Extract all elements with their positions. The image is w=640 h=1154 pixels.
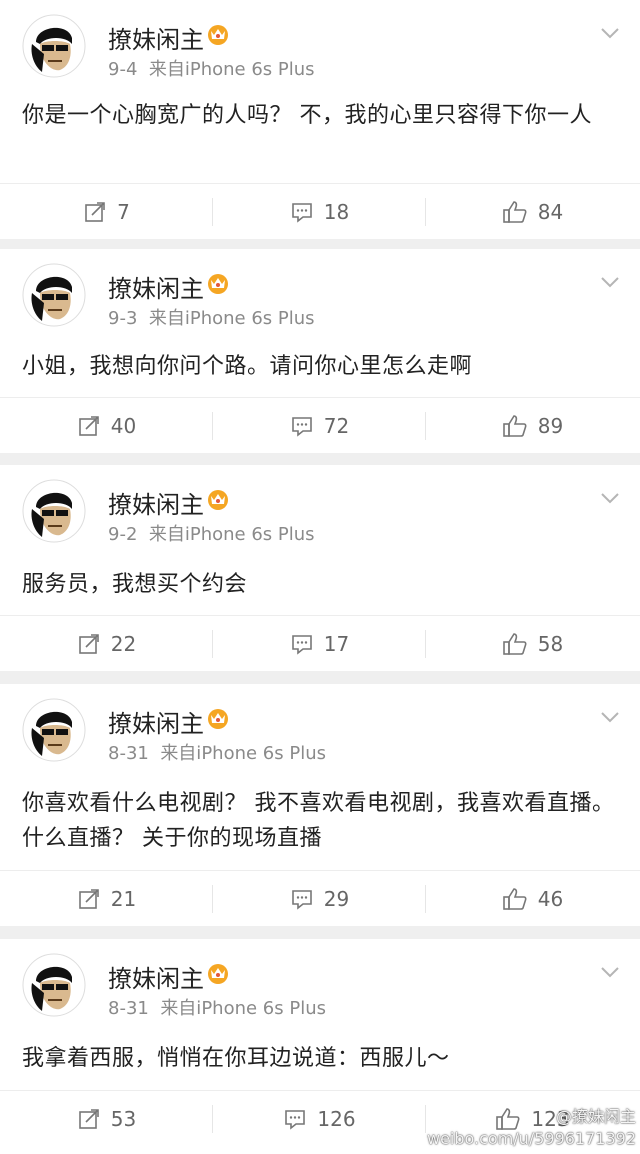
like-count: 89 xyxy=(537,414,564,438)
vip-crown-icon xyxy=(206,487,230,511)
avatar[interactable] xyxy=(22,14,86,78)
watermark-handle: @撩妹闲主 xyxy=(555,1107,636,1126)
comment-count: 72 xyxy=(323,414,350,438)
thumbs-up-icon xyxy=(502,633,527,655)
chevron-down-icon[interactable] xyxy=(600,965,620,979)
username[interactable]: 撩妹闲主 xyxy=(108,269,204,304)
avatar[interactable] xyxy=(22,698,86,762)
like-button[interactable]: 46 xyxy=(426,871,639,927)
comment-button[interactable]: 17 xyxy=(213,616,426,672)
post-text: 你喜欢看什么电视剧？ 我不喜欢看电视剧，我喜欢看直播。 什么直播？ 关于你的现场… xyxy=(22,791,615,851)
comment-icon xyxy=(285,1110,306,1130)
post-text: 服务员，我想买个约会 xyxy=(22,572,248,597)
comment-count: 126 xyxy=(317,1107,356,1131)
repost-count: 53 xyxy=(110,1107,137,1131)
avatar[interactable] xyxy=(22,953,86,1017)
action-bar: 22 17 58 xyxy=(0,615,640,672)
post-header: 撩妹闲主 9-4 来自iPhone 6s Plus xyxy=(0,0,640,80)
post-date: 9-3 xyxy=(108,308,138,329)
repost-count: 21 xyxy=(110,887,137,911)
watermark-url: weibo.com/u/5996171392 xyxy=(426,1129,636,1148)
post-header: 撩妹闲主 9-3 来自iPhone 6s Plus xyxy=(0,249,640,329)
comment-button[interactable]: 29 xyxy=(213,871,426,927)
like-button[interactable]: 89 xyxy=(426,398,639,454)
post-meta: 9-3 来自iPhone 6s Plus xyxy=(108,304,315,330)
post-source: 来自iPhone 6s Plus xyxy=(148,59,315,80)
comment-button[interactable]: 72 xyxy=(213,398,426,454)
post-source: 来自iPhone 6s Plus xyxy=(160,743,326,764)
username[interactable]: 撩妹闲主 xyxy=(108,959,204,994)
like-count: 58 xyxy=(537,632,564,656)
like-count: 84 xyxy=(537,200,564,224)
post-card[interactable]: 撩妹闲主 9-3 来自iPhone 6s Plus 小姐，我想向你问个路。请问你… xyxy=(0,249,640,453)
repost-icon xyxy=(78,416,99,436)
repost-button[interactable]: 40 xyxy=(0,398,213,454)
chevron-down-icon[interactable] xyxy=(600,710,620,724)
repost-button[interactable]: 53 xyxy=(0,1091,213,1147)
post-meta: 8-31 来自iPhone 6s Plus xyxy=(108,739,326,765)
repost-icon xyxy=(78,634,99,654)
repost-button[interactable]: 7 xyxy=(0,184,213,240)
comment-icon xyxy=(291,890,312,910)
repost-count: 22 xyxy=(110,632,137,656)
username[interactable]: 撩妹闲主 xyxy=(108,704,204,739)
chevron-down-icon[interactable] xyxy=(600,26,620,40)
post-header: 撩妹闲主 9-2 来自iPhone 6s Plus xyxy=(0,465,640,545)
comment-count: 29 xyxy=(323,887,350,911)
weibo-watermark: @撩妹闲主 weibo.com/u/5996171392 xyxy=(427,1106,636,1150)
post-card[interactable]: 撩妹闲主 8-31 来自iPhone 6s Plus 你喜欢看什么电视剧？ 我不… xyxy=(0,684,640,926)
like-button[interactable]: 58 xyxy=(426,616,639,672)
post-meta: 9-2 来自iPhone 6s Plus xyxy=(108,520,315,546)
comment-count: 18 xyxy=(323,200,350,224)
comment-icon xyxy=(291,417,312,437)
repost-icon xyxy=(78,889,99,909)
post-source: 来自iPhone 6s Plus xyxy=(160,998,326,1019)
post-card[interactable]: 撩妹闲主 9-2 来自iPhone 6s Plus 服务员，我想买个约会 22 … xyxy=(0,465,640,671)
vip-crown-icon xyxy=(206,22,230,46)
vip-crown-icon xyxy=(206,706,230,730)
post-text: 你是一个心胸宽广的人吗？ 不，我的心里只容得下你一人 xyxy=(22,103,592,128)
avatar[interactable] xyxy=(22,263,86,327)
comment-icon xyxy=(291,203,312,223)
repost-count: 40 xyxy=(110,414,137,438)
thumbs-up-icon xyxy=(502,201,527,223)
repost-icon xyxy=(78,1109,99,1129)
thumbs-up-icon xyxy=(502,888,527,910)
chevron-down-icon[interactable] xyxy=(600,275,620,289)
like-button[interactable]: 84 xyxy=(426,184,639,240)
avatar[interactable] xyxy=(22,479,86,543)
action-bar: 7 18 84 xyxy=(0,183,640,240)
action-bar: 21 29 46 xyxy=(0,870,640,927)
post-meta: 8-31 来自iPhone 6s Plus xyxy=(108,994,326,1020)
vip-crown-icon xyxy=(206,271,230,295)
comment-button[interactable]: 126 xyxy=(213,1091,426,1147)
like-count: 46 xyxy=(537,887,564,911)
post-date: 9-4 xyxy=(108,59,138,80)
repost-count: 7 xyxy=(117,200,130,224)
comment-count: 17 xyxy=(323,632,350,656)
repost-button[interactable]: 22 xyxy=(0,616,213,672)
repost-button[interactable]: 21 xyxy=(0,871,213,927)
post-header: 撩妹闲主 8-31 来自iPhone 6s Plus xyxy=(0,684,640,764)
action-bar: 40 72 89 xyxy=(0,397,640,454)
post-meta: 9-4 来自iPhone 6s Plus xyxy=(108,55,315,81)
username[interactable]: 撩妹闲主 xyxy=(108,485,204,520)
chevron-down-icon[interactable] xyxy=(600,491,620,505)
post-source: 来自iPhone 6s Plus xyxy=(148,308,315,329)
post-card[interactable]: 撩妹闲主 9-4 来自iPhone 6s Plus 你是一个心胸宽广的人吗？ 不… xyxy=(0,0,640,239)
post-text: 我拿着西服，悄悄在你耳边说道：西服儿～ xyxy=(22,1046,450,1071)
post-header: 撩妹闲主 8-31 来自iPhone 6s Plus xyxy=(0,939,640,1019)
post-date: 9-2 xyxy=(108,524,138,545)
post-source: 来自iPhone 6s Plus xyxy=(148,524,315,545)
vip-crown-icon xyxy=(206,961,230,985)
username[interactable]: 撩妹闲主 xyxy=(108,20,204,55)
post-text: 小姐，我想向你问个路。请问你心里怎么走啊 xyxy=(22,354,473,379)
comment-icon xyxy=(291,635,312,655)
post-date: 8-31 xyxy=(108,998,149,1019)
thumbs-up-icon xyxy=(502,415,527,437)
post-date: 8-31 xyxy=(108,743,149,764)
repost-icon xyxy=(85,202,105,222)
comment-button[interactable]: 18 xyxy=(213,184,426,240)
